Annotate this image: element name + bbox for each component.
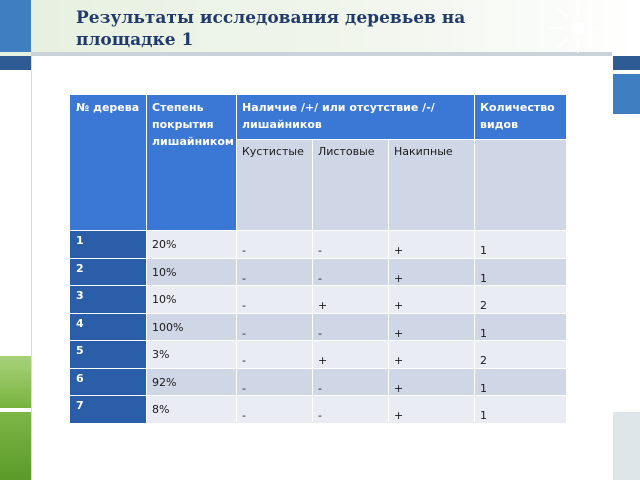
subheader-crustose: Накипные	[388, 139, 474, 230]
cell-fruticose: -	[236, 230, 312, 258]
grid-line	[236, 139, 566, 140]
grid-line	[236, 95, 237, 422]
cell-foliose: -	[312, 312, 388, 340]
cell-fruticose: -	[236, 285, 312, 313]
cell-fruticose: -	[236, 257, 312, 285]
cell-crustose: +	[388, 395, 474, 423]
grid-line	[312, 139, 313, 422]
grid-line	[70, 230, 566, 231]
cell-species-count: 1	[474, 312, 566, 340]
cell-tree-number: 3	[70, 285, 146, 313]
decor-strip	[612, 74, 640, 114]
cell-coverage: 100%	[146, 312, 236, 340]
header-coverage: Степень покрытия лишайником	[146, 95, 236, 230]
cell-crustose: +	[388, 230, 474, 258]
cell-foliose: -	[312, 257, 388, 285]
subheader-foliose: Листовые	[312, 139, 388, 230]
decor-strip	[0, 0, 31, 52]
cell-species-count: 1	[474, 367, 566, 395]
grid-line	[70, 257, 566, 259]
cell-coverage: 3%	[146, 340, 236, 368]
decor-strip	[612, 118, 640, 408]
header-presence: Наличие /+/ или отсутствие /-/ лишайнико…	[236, 95, 474, 139]
grid-line	[70, 285, 566, 286]
cell-species-count: 2	[474, 340, 566, 368]
sunburst-icon	[549, 3, 630, 53]
decor-strip	[0, 56, 31, 70]
cell-coverage: 20%	[146, 230, 236, 258]
cell-coverage: 8%	[146, 395, 236, 423]
subheader-fruticose: Кустистые	[236, 139, 312, 230]
cell-foliose: -	[312, 367, 388, 395]
decor-strip	[612, 412, 640, 480]
cell-species-count: 1	[474, 230, 566, 258]
page-title: Результаты исследования деревьев на площ…	[76, 8, 466, 50]
cell-fruticose: -	[236, 312, 312, 340]
cell-tree-number: 6	[70, 367, 146, 395]
cell-coverage: 92%	[146, 367, 236, 395]
cell-crustose: +	[388, 285, 474, 313]
grid-line	[388, 139, 389, 422]
decor-green-block	[0, 356, 31, 408]
cell-foliose: +	[312, 340, 388, 368]
cell-crustose: +	[388, 340, 474, 368]
cell-tree-number: 1	[70, 230, 146, 258]
cell-tree-number: 5	[70, 340, 146, 368]
cell-fruticose: -	[236, 395, 312, 423]
cell-tree-number: 7	[70, 395, 146, 423]
decor-green-block	[0, 412, 31, 480]
grid-line	[70, 395, 566, 396]
grid-line	[474, 95, 475, 422]
cell-foliose: -	[312, 395, 388, 423]
cell-coverage: 10%	[146, 257, 236, 285]
subheader-empty	[474, 139, 566, 230]
cell-fruticose: -	[236, 340, 312, 368]
cell-crustose: +	[388, 367, 474, 395]
cell-coverage: 10%	[146, 285, 236, 313]
cell-tree-number: 2	[70, 257, 146, 285]
cell-tree-number: 4	[70, 312, 146, 340]
grid-line	[70, 312, 566, 314]
header-tree-number: № дерева	[70, 95, 146, 230]
cell-crustose: +	[388, 312, 474, 340]
grid-line	[70, 367, 566, 369]
header-species-count: Количество видов	[474, 95, 566, 139]
cell-species-count: 1	[474, 395, 566, 423]
cell-foliose: +	[312, 285, 388, 313]
cell-fruticose: -	[236, 367, 312, 395]
cell-crustose: +	[388, 257, 474, 285]
cell-foliose: -	[312, 230, 388, 258]
grid-line	[70, 340, 566, 341]
grid-line	[146, 95, 147, 422]
cell-species-count: 2	[474, 285, 566, 313]
cell-species-count: 1	[474, 257, 566, 285]
